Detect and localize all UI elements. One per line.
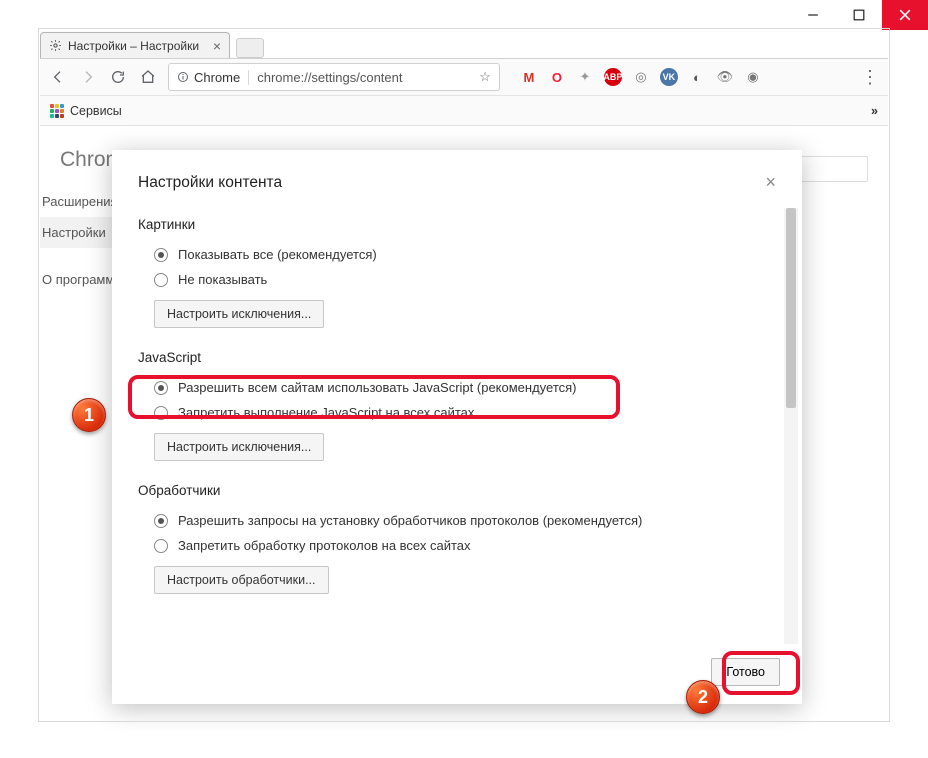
section-title-handlers: Обработчики xyxy=(138,483,776,498)
radio-icon xyxy=(154,406,168,420)
radio-images-hide[interactable]: Не показывать xyxy=(138,267,776,292)
radio-icon xyxy=(154,248,168,262)
section-title-images: Картинки xyxy=(138,217,776,232)
radio-icon xyxy=(154,273,168,287)
dialog-scrollbar[interactable] xyxy=(784,208,798,644)
button-js-exceptions[interactable]: Настроить исключения... xyxy=(154,433,324,461)
radio-handlers-allow[interactable]: Разрешить запросы на установку обработчи… xyxy=(138,508,776,533)
dialog-done-button[interactable]: Готово xyxy=(711,658,780,686)
annotation-badge-2: 2 xyxy=(686,680,720,714)
annotation-badge-1: 1 xyxy=(72,398,106,432)
radio-handlers-block[interactable]: Запретить обработку протоколов на всех с… xyxy=(138,533,776,558)
radio-icon xyxy=(154,539,168,553)
radio-icon xyxy=(154,381,168,395)
radio-js-allow[interactable]: Разрешить всем сайтам использовать JavaS… xyxy=(138,375,776,400)
button-handlers-manage[interactable]: Настроить обработчики... xyxy=(154,566,329,594)
content-settings-dialog: Настройки контента × Картинки Показывать… xyxy=(112,150,802,704)
dialog-close-button[interactable]: × xyxy=(765,172,776,193)
section-title-javascript: JavaScript xyxy=(138,350,776,365)
button-images-exceptions[interactable]: Настроить исключения... xyxy=(154,300,324,328)
dialog-title: Настройки контента xyxy=(138,174,282,192)
radio-images-show-all[interactable]: Показывать все (рекомендуется) xyxy=(138,242,776,267)
radio-js-block[interactable]: Запретить выполнение JavaScript на всех … xyxy=(138,400,776,425)
scrollbar-thumb[interactable] xyxy=(786,208,796,408)
radio-icon xyxy=(154,514,168,528)
